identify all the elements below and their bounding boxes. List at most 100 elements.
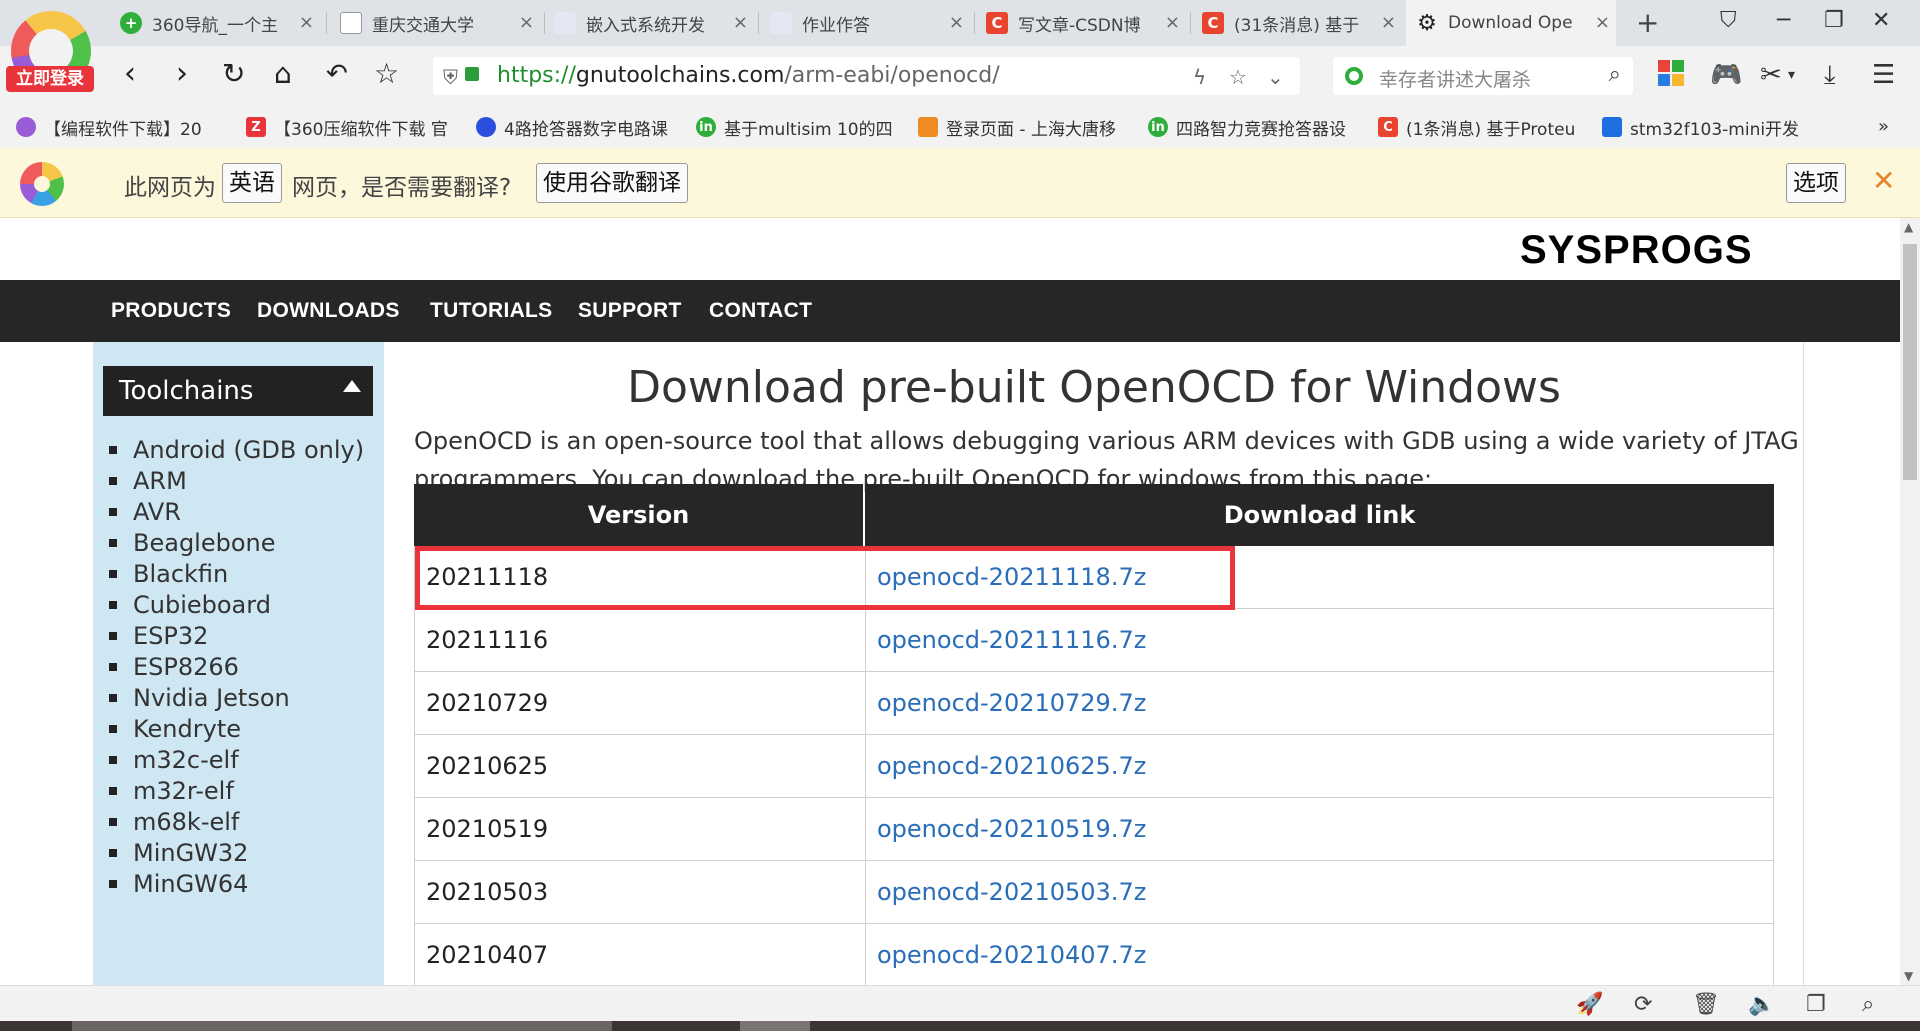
lock-icon[interactable]	[465, 67, 479, 81]
chevron-down-icon[interactable]: ▾	[1788, 60, 1795, 90]
new-tab-button[interactable]: +	[1636, 6, 1659, 39]
sidebar-item-arm[interactable]: ARM	[109, 467, 187, 495]
scroll-down-icon[interactable]: ▼	[1904, 969, 1913, 983]
version-cell: 20211116	[426, 626, 549, 654]
close-icon[interactable]: ✕	[1872, 164, 1895, 197]
tab-download-openocd[interactable]: ⚙ Download Ope ×	[1406, 0, 1616, 46]
bookmark-item[interactable]: 4路抢答器数字电路课	[476, 114, 676, 140]
tab-embedded[interactable]: 嵌入式系统开发 ×	[554, 0, 754, 46]
trash-icon[interactable]: 🗑	[1692, 992, 1720, 1017]
vertical-scrollbar[interactable]: ▲ ▼	[1900, 218, 1920, 985]
sidebar-item-mingw32[interactable]: MinGW32	[109, 839, 248, 867]
search-icon[interactable]: ⌕	[1609, 62, 1621, 87]
nav-tutorials[interactable]: TUTORIALS	[430, 299, 552, 323]
download-link[interactable]: openocd-20210503.7z	[877, 878, 1146, 906]
undo-close-icon[interactable]: ↶	[326, 56, 348, 92]
sidebar-item-kendryte[interactable]: Kendryte	[109, 715, 241, 743]
sidebar-item-m68k-elf[interactable]: m68k-elf	[109, 808, 239, 836]
back-icon[interactable]: ‹	[124, 56, 136, 92]
sysprogs-logo[interactable]: SYSPROGS	[1520, 228, 1753, 273]
rocket-icon[interactable]: 🚀	[1576, 992, 1603, 1017]
tab-csdn-write[interactable]: C 写文章-CSDN博 ×	[986, 0, 1186, 46]
tab-separator	[1190, 12, 1191, 34]
minimize-icon[interactable]: ─	[1777, 8, 1790, 33]
nav-products[interactable]: PRODUCTS	[111, 299, 231, 323]
login-badge[interactable]: 立即登录	[6, 66, 94, 92]
search-input[interactable]: 幸存者讲述大屠杀	[1379, 65, 1531, 92]
sidebar-item-nvidia-jetson[interactable]: Nvidia Jetson	[109, 684, 290, 712]
favorite-star-icon[interactable]: ☆	[1229, 65, 1247, 89]
search-box[interactable]: 幸存者讲述大屠杀 ⌕	[1333, 57, 1633, 95]
sidebar-item-beaglebone[interactable]: Beaglebone	[109, 529, 276, 557]
url-text[interactable]: https://gnutoolchains.com/arm-eabi/openo…	[497, 63, 1000, 88]
download-link[interactable]: openocd-20211116.7z	[877, 626, 1146, 654]
sidebar-item-m32c-elf[interactable]: m32c-elf	[109, 746, 239, 774]
caret-up-icon[interactable]	[343, 380, 361, 392]
browser-logo[interactable]: 立即登录	[6, 8, 96, 94]
bookmarks-more-button[interactable]: »	[1878, 116, 1889, 137]
sidebar-item-android[interactable]: Android (GDB only)	[109, 436, 364, 464]
table-row: 20210407 openocd-20210407.7z	[414, 924, 1774, 985]
tab-csdn-messages[interactable]: C (31条消息) 基于 ×	[1202, 0, 1402, 46]
download-icon[interactable]: ⤓	[1824, 60, 1836, 90]
sidebar-header[interactable]: Toolchains	[103, 366, 373, 416]
close-icon[interactable]: ×	[1595, 12, 1610, 33]
bookmark-item[interactable]: Z 【360压缩软件下载 官	[246, 114, 456, 140]
sidebar-item-esp32[interactable]: ESP32	[109, 622, 208, 650]
speaker-icon[interactable]: 🔈	[1748, 992, 1775, 1017]
nav-downloads[interactable]: DOWNLOADS	[257, 299, 400, 323]
apps-grid-icon[interactable]	[1658, 60, 1684, 93]
bookmark-star-icon[interactable]: ☆	[374, 56, 399, 92]
bookmark-item[interactable]: in 基于multisim 10的四	[696, 114, 901, 140]
sidebar-item-m32r-elf[interactable]: m32r-elf	[109, 777, 234, 805]
language-select[interactable]: 英语	[222, 163, 282, 203]
tab-360-nav[interactable]: + 360导航_一个主 ×	[120, 0, 320, 46]
restore-icon[interactable]: ❐	[1824, 8, 1844, 33]
sidebar-item-esp8266[interactable]: ESP8266	[109, 653, 239, 681]
lightning-icon[interactable]: ϟ	[1193, 65, 1206, 89]
bookmark-item[interactable]: stm32f103-mini开发	[1602, 114, 1802, 140]
bookmark-item[interactable]: C (1条消息) 基于Proteu	[1378, 114, 1584, 140]
window-close-icon[interactable]: ✕	[1872, 8, 1890, 33]
shirt-icon[interactable]: ⛉	[1720, 8, 1737, 33]
nav-support[interactable]: SUPPORT	[578, 299, 682, 323]
zoom-icon[interactable]: ⌕	[1862, 992, 1874, 1017]
chevron-down-icon[interactable]: ⌄	[1267, 65, 1284, 89]
taskbar-item[interactable]	[740, 1021, 810, 1031]
menu-icon[interactable]: ☰	[1872, 60, 1895, 90]
refresh-plus-icon[interactable]: ⟳	[1634, 992, 1652, 1017]
sidebar-item-mingw64[interactable]: MinGW64	[109, 870, 248, 898]
home-icon[interactable]: ⌂	[274, 56, 292, 92]
download-link[interactable]: openocd-20210407.7z	[877, 941, 1146, 969]
scrollbar-thumb[interactable]	[1903, 244, 1917, 480]
sidebar-item-avr[interactable]: AVR	[109, 498, 181, 526]
close-icon[interactable]: ×	[1165, 12, 1180, 33]
window-icon[interactable]: ❐	[1806, 992, 1826, 1017]
taskbar-item[interactable]	[72, 1021, 612, 1031]
scroll-up-icon[interactable]: ▲	[1904, 220, 1913, 234]
scissors-icon[interactable]: ✂	[1760, 60, 1782, 90]
bookmark-item[interactable]: 【编程软件下载】20	[16, 114, 216, 140]
bookmark-item[interactable]: 登录页面 - 上海大唐移	[918, 114, 1130, 140]
close-icon[interactable]: ×	[1381, 12, 1396, 33]
bookmark-item[interactable]: in 四路智力竞赛抢答器设	[1148, 114, 1360, 140]
sidebar-item-blackfin[interactable]: Blackfin	[109, 560, 228, 588]
translate-button[interactable]: 使用谷歌翻译	[536, 163, 688, 203]
address-bar[interactable]: ⛨ https://gnutoolchains.com/arm-eabi/ope…	[433, 57, 1300, 95]
close-icon[interactable]: ×	[519, 12, 534, 33]
download-link[interactable]: openocd-20210729.7z	[877, 689, 1146, 717]
tab-cqjtu[interactable]: 重庆交通大学 ×	[340, 0, 540, 46]
download-link[interactable]: openocd-20210519.7z	[877, 815, 1146, 843]
close-icon[interactable]: ×	[949, 12, 964, 33]
close-icon[interactable]: ×	[299, 12, 314, 33]
shield-icon[interactable]: ⛨	[443, 65, 458, 89]
nav-contact[interactable]: CONTACT	[709, 299, 812, 323]
download-link[interactable]: openocd-20210625.7z	[877, 752, 1146, 780]
game-controller-icon[interactable]: 🎮	[1710, 60, 1742, 90]
sidebar-item-cubieboard[interactable]: Cubieboard	[109, 591, 271, 619]
translate-options-button[interactable]: 选项	[1786, 163, 1846, 203]
tab-homework[interactable]: 作业作答 ×	[770, 0, 970, 46]
close-icon[interactable]: ×	[733, 12, 748, 33]
reload-icon[interactable]: ↻	[222, 56, 245, 92]
forward-icon[interactable]: ›	[176, 56, 188, 92]
